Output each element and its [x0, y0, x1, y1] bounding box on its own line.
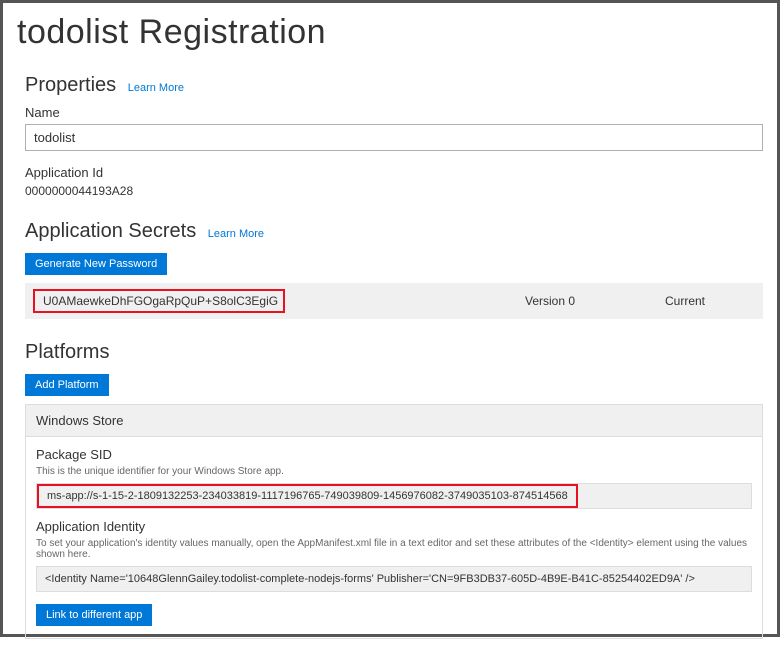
app-identity-help: To set your application's identity value…: [36, 538, 752, 560]
properties-learn-more-link[interactable]: Learn More: [128, 82, 184, 94]
name-label: Name: [25, 105, 763, 120]
package-sid-help: This is the unique identifier for your W…: [36, 466, 752, 477]
secrets-heading-text: Application Secrets: [25, 220, 196, 242]
link-different-app-button[interactable]: Link to different app: [36, 604, 152, 626]
secrets-heading: Application Secrets Learn More: [25, 220, 763, 243]
name-input[interactable]: [25, 124, 763, 151]
add-platform-button[interactable]: Add Platform: [25, 374, 109, 396]
app-identity-value: <Identity Name='10648GlennGailey.todolis…: [36, 566, 752, 592]
secret-status: Current: [665, 294, 755, 308]
secret-row: U0AMaewkeDhFGOgaRpQuP+S8olC3EgiG Version…: [25, 283, 763, 319]
platform-windows-store-header: Windows Store: [26, 405, 762, 437]
package-sid-value: ms-app://s-1-15-2-1809132253-234033819-1…: [37, 484, 578, 508]
page-title: todolist Registration: [17, 13, 763, 52]
platforms-heading: Platforms: [25, 341, 763, 364]
properties-heading-text: Properties: [25, 74, 116, 96]
platform-windows-store: Windows Store Package SID This is the un…: [25, 404, 763, 639]
properties-heading: Properties Learn More: [25, 74, 763, 97]
secrets-learn-more-link[interactable]: Learn More: [208, 228, 264, 240]
package-sid-box: ms-app://s-1-15-2-1809132253-234033819-1…: [36, 483, 752, 509]
appid-value: 0000000044193A28: [25, 184, 763, 198]
generate-password-button[interactable]: Generate New Password: [25, 253, 167, 275]
secret-value: U0AMaewkeDhFGOgaRpQuP+S8olC3EgiG: [33, 289, 285, 313]
app-identity-label: Application Identity: [36, 519, 752, 534]
secret-version: Version 0: [525, 294, 665, 308]
appid-label: Application Id: [25, 165, 763, 180]
package-sid-label: Package SID: [36, 447, 752, 462]
